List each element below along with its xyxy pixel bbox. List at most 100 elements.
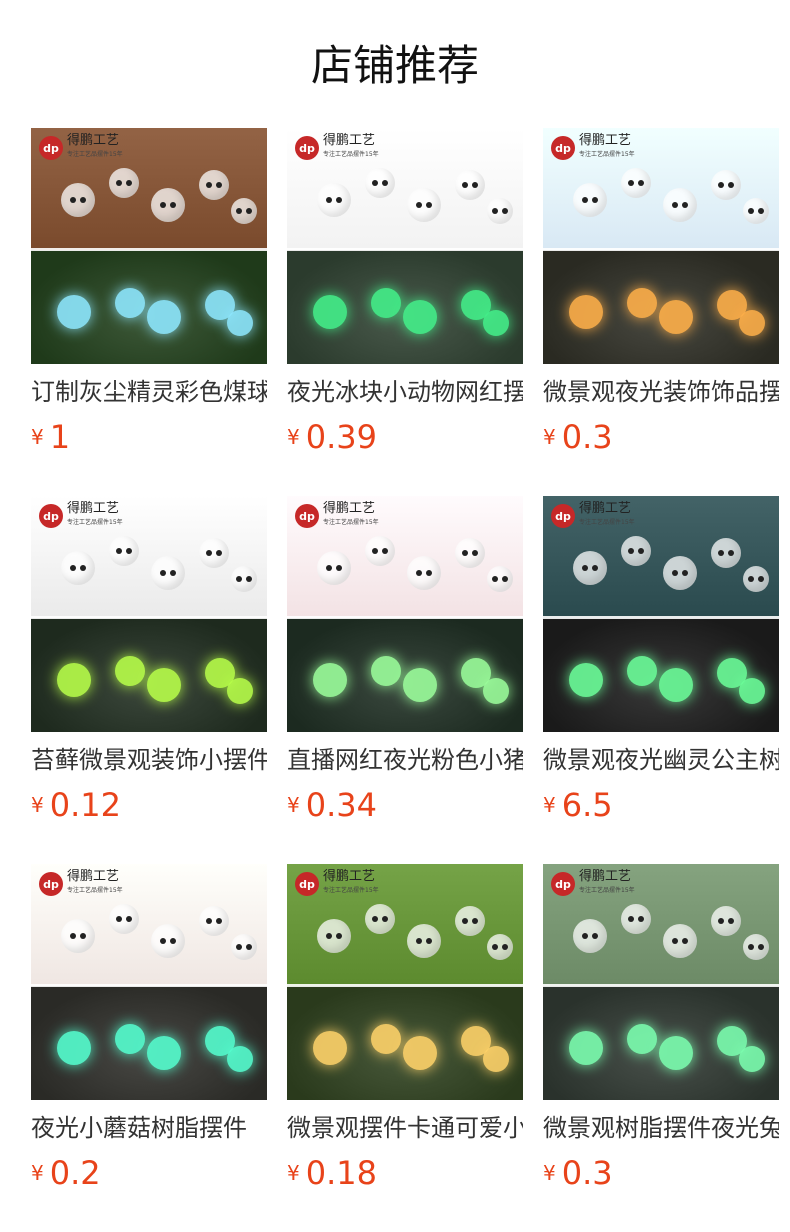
currency-symbol: ¥ <box>543 793 556 817</box>
figurine-eye <box>638 548 644 554</box>
product-image[interactable]: dp 得鹏工艺 专注工艺品摆件15年 <box>287 128 523 364</box>
price-value: 1 <box>49 418 71 456</box>
figurine-daylight <box>317 183 351 217</box>
brand-logo: dp 得鹏工艺 专注工艺品摆件15年 <box>551 502 635 530</box>
image-divider <box>287 616 523 619</box>
brand-logo-text: 得鹏工艺 专注工艺品摆件15年 <box>323 502 379 530</box>
figurine-eye <box>748 208 754 214</box>
image-divider <box>543 984 779 987</box>
figurine-eye <box>80 933 86 939</box>
figurine-eye <box>462 918 468 924</box>
product-image-glow <box>543 986 779 1100</box>
figurine-daylight <box>151 924 185 958</box>
brand-tagline: 专注工艺品摆件15年 <box>579 887 635 894</box>
product-card[interactable]: dp 得鹏工艺 专注工艺品摆件15年 夜光小蘑菇树脂摆件 ¥0.2 <box>31 864 267 1204</box>
figurine-daylight <box>199 170 229 200</box>
figurine-eye <box>682 202 688 208</box>
product-title[interactable]: 直播网红夜光粉色小猪 <box>287 744 523 776</box>
figurine-eye <box>758 576 764 582</box>
figurine-eye <box>116 916 122 922</box>
brand-logo-mark: dp <box>295 504 319 528</box>
brand-logo-text: 得鹏工艺 专注工艺品摆件15年 <box>67 134 123 162</box>
figurine-daylight <box>109 904 139 934</box>
brand-logo: dp 得鹏工艺 专注工艺品摆件15年 <box>39 134 123 162</box>
figurine-daylight <box>199 906 229 936</box>
figurine-eye <box>582 197 588 203</box>
figurine-eye <box>70 933 76 939</box>
figurine-eye <box>160 938 166 944</box>
figurine-eye <box>216 182 222 188</box>
figurine-eye <box>382 916 388 922</box>
product-price: ¥0.3 <box>543 418 613 456</box>
figurine-eye <box>336 565 342 571</box>
figurine-eye <box>758 944 764 950</box>
brand-logo-text: 得鹏工艺 专注工艺品摆件15年 <box>579 502 635 530</box>
figurine-daylight <box>743 198 769 224</box>
figurine-eye <box>426 938 432 944</box>
brand-tagline: 专注工艺品摆件15年 <box>579 519 635 526</box>
figurine-glow <box>371 656 401 686</box>
figurine-eye <box>160 202 166 208</box>
figurine-daylight <box>573 919 607 953</box>
brand-name: 得鹏工艺 <box>579 133 632 148</box>
figurine-daylight <box>231 566 257 592</box>
product-image[interactable]: dp 得鹏工艺 专注工艺品摆件15年 <box>287 496 523 732</box>
figurine-eye <box>728 918 734 924</box>
figurine-daylight <box>711 906 741 936</box>
image-divider <box>287 984 523 987</box>
figurine-eye <box>206 550 212 556</box>
brand-logo-text: 得鹏工艺 专注工艺品摆件15年 <box>67 870 123 898</box>
product-card[interactable]: dp得鹏工艺专注工艺品摆件15年微景观夜光装饰饰品摆件 ¥0.3 <box>543 128 779 468</box>
figurine-glow <box>569 663 603 697</box>
figurine-glow <box>57 1031 91 1065</box>
brand-logo: dp 得鹏工艺 专注工艺品摆件15年 <box>295 870 379 898</box>
product-card[interactable]: dp得鹏工艺专注工艺品摆件15年夜光冰块小动物网红摆件¥0.39 <box>287 128 523 468</box>
product-image[interactable]: dp 得鹏工艺 专注工艺品摆件15年 <box>543 496 779 732</box>
figurine-daylight <box>151 188 185 222</box>
product-card[interactable]: dp 得鹏工艺 专注工艺品摆件15年直播网红夜光粉色小猪 ¥0.34 <box>287 496 523 836</box>
brand-name: 得鹏工艺 <box>323 869 376 884</box>
figurine-glow <box>371 1024 401 1054</box>
product-image[interactable]: dp 得鹏工艺 专注工艺品摆件15年 <box>31 128 267 364</box>
product-image[interactable]: dp 得鹏工艺 专注工艺品摆件15年 <box>31 864 267 1100</box>
price-value: 0.3 <box>561 1154 613 1192</box>
product-image[interactable]: dp 得鹏工艺 专注工艺品摆件15年 <box>31 496 267 732</box>
product-image[interactable]: dp 得鹏工艺 专注工艺品摆件15年 <box>543 864 779 1100</box>
figurine-eye <box>682 570 688 576</box>
product-title[interactable]: 苔藓微景观装饰小摆件 <box>31 744 267 776</box>
product-title[interactable]: 订制灰尘精灵彩色煤球 <box>31 376 267 408</box>
product-card[interactable]: dp 得鹏工艺 专注工艺品摆件15年 苔藓微景观装饰小摆件 ¥0.12 <box>31 496 267 836</box>
product-title[interactable]: 微景观摆件卡通可爱小鸭 <box>287 1112 523 1144</box>
figurine-eye <box>672 202 678 208</box>
figurine-glow <box>147 300 181 334</box>
product-card[interactable]: dp得鹏工艺专注工艺品摆件15年微景观夜光幽灵公主树精¥6.5 <box>543 496 779 836</box>
figurine-daylight <box>711 538 741 568</box>
brand-name: 得鹏工艺 <box>67 133 120 148</box>
figurine-daylight <box>663 556 697 590</box>
product-title[interactable]: 夜光冰块小动物网红摆件 <box>287 376 523 408</box>
figurine-eye <box>492 208 498 214</box>
figurine-glow <box>569 295 603 329</box>
figurine-daylight <box>487 566 513 592</box>
image-divider <box>543 616 779 619</box>
product-title[interactable]: 夜光小蘑菇树脂摆件 <box>31 1112 267 1144</box>
figurine-glow <box>313 1031 347 1065</box>
product-image[interactable]: dp 得鹏工艺 专注工艺品摆件15年 <box>543 128 779 364</box>
product-card[interactable]: dp得鹏工艺专注工艺品摆件15年微景观摆件卡通可爱小鸭¥0.18 <box>287 864 523 1204</box>
figurine-eye <box>70 565 76 571</box>
product-price: ¥0.34 <box>287 786 377 824</box>
figurine-eye <box>326 933 332 939</box>
product-image[interactable]: dp 得鹏工艺 专注工艺品摆件15年 <box>287 864 523 1100</box>
brand-name: 得鹏工艺 <box>579 869 632 884</box>
product-title[interactable]: 微景观夜光装饰饰品摆件 <box>543 376 779 408</box>
figurine-daylight <box>231 198 257 224</box>
brand-logo: dp 得鹏工艺 专注工艺品摆件15年 <box>551 134 635 162</box>
image-divider <box>31 616 267 619</box>
product-title[interactable]: 微景观树脂摆件夜光兔子 <box>543 1112 779 1144</box>
product-card[interactable]: dp 得鹏工艺 专注工艺品摆件15年 订制灰尘精灵彩色煤球 ¥1 <box>31 128 267 468</box>
product-title[interactable]: 微景观夜光幽灵公主树精 <box>543 744 779 776</box>
figurine-glow <box>659 668 693 702</box>
figurine-eye <box>382 548 388 554</box>
product-card[interactable]: dp得鹏工艺专注工艺品摆件15年微景观树脂摆件夜光兔子¥0.3 <box>543 864 779 1204</box>
figurine-eye <box>382 180 388 186</box>
